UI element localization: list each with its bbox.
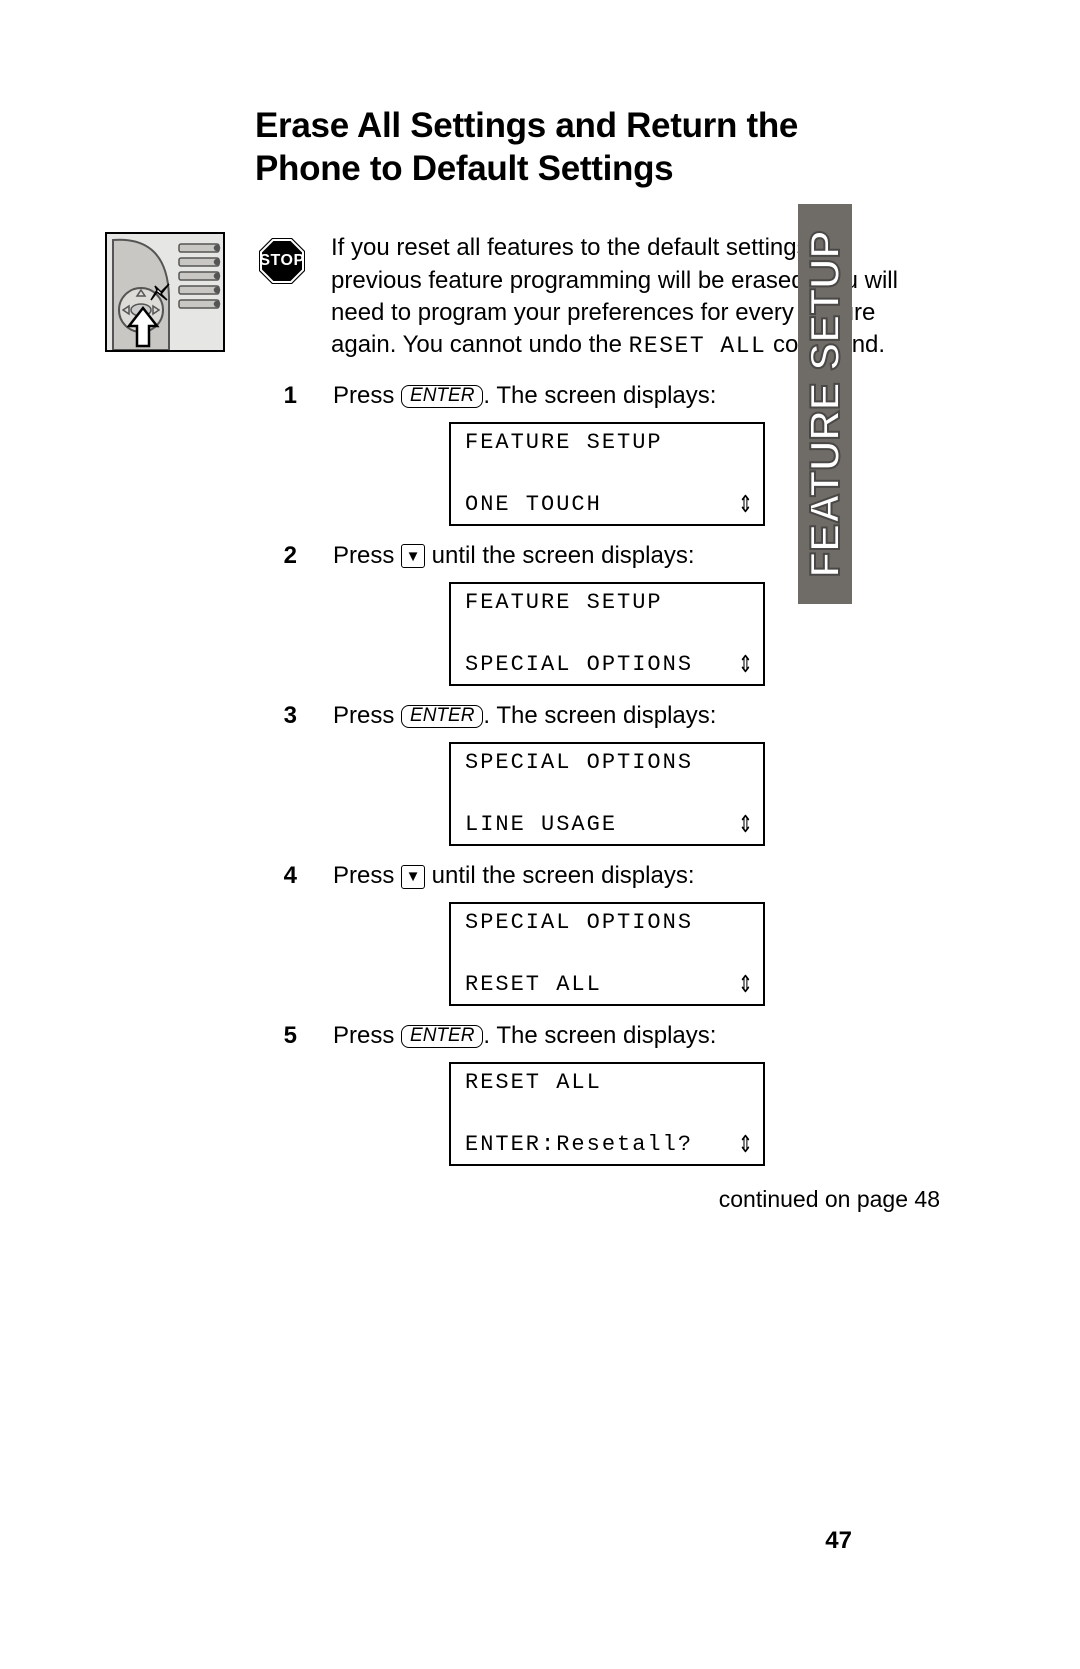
step-number: 5 — [271, 1022, 297, 1050]
step: 4 Press ▼ until the screen displays: — [257, 860, 940, 892]
stop-label: STOP — [257, 236, 307, 286]
updown-arrow-icon: ⇕ — [738, 973, 753, 996]
lcd-line1: RESET ALL — [465, 1072, 753, 1094]
down-key-icon: ▼ — [401, 544, 425, 568]
lcd-display: FEATURE SETUP ONE TOUCH ⇕ — [449, 422, 765, 526]
enter-key-icon: ENTER — [401, 1025, 483, 1048]
step: 5 Press ENTER. The screen displays: — [257, 1020, 940, 1052]
stop-icon: STOP — [257, 236, 307, 286]
updown-arrow-icon: ⇕ — [738, 1133, 753, 1156]
lcd-line1: FEATURE SETUP — [465, 592, 753, 614]
lcd-line1: SPECIAL OPTIONS — [465, 912, 753, 934]
step-number: 3 — [271, 702, 297, 730]
page-number: 47 — [825, 1527, 852, 1555]
page-title: Erase All Settings and Return the Phone … — [255, 105, 845, 190]
device-illustration — [105, 232, 225, 352]
step-number: 4 — [271, 862, 297, 890]
lcd-line2: ENTER:Resetall? — [465, 1134, 693, 1156]
section-tab: FEATURE SETUP — [798, 204, 852, 604]
updown-arrow-icon: ⇕ — [738, 812, 753, 835]
lcd-line1: SPECIAL OPTIONS — [465, 752, 753, 774]
step-instruction: Press ENTER. The screen displays: — [333, 700, 940, 732]
lcd-line2: ONE TOUCH — [465, 494, 602, 516]
lcd-line2: RESET ALL — [465, 974, 602, 996]
enter-key-icon: ENTER — [401, 385, 483, 408]
enter-key-icon: ENTER — [401, 705, 483, 728]
down-key-icon: ▼ — [401, 865, 425, 889]
lcd-display: SPECIAL OPTIONS RESET ALL ⇕ — [449, 902, 765, 1006]
step-instruction: Press ▼ until the screen displays: — [333, 860, 940, 892]
step: 3 Press ENTER. The screen displays: — [257, 700, 940, 732]
step-number: 1 — [271, 382, 297, 410]
lcd-line2: LINE USAGE — [465, 814, 617, 836]
updown-arrow-icon: ⇕ — [738, 492, 753, 515]
step-number: 2 — [271, 542, 297, 570]
lcd-display: FEATURE SETUP SPECIAL OPTIONS ⇕ — [449, 582, 765, 686]
step-instruction: Press ENTER. The screen displays: — [333, 1020, 940, 1052]
continued-note: continued on page 48 — [257, 1186, 940, 1213]
updown-arrow-icon: ⇕ — [738, 652, 753, 675]
lcd-display: RESET ALL ENTER:Resetall? ⇕ — [449, 1062, 765, 1166]
lcd-line1: FEATURE SETUP — [465, 432, 753, 454]
lcd-line2: SPECIAL OPTIONS — [465, 654, 693, 676]
lcd-display: SPECIAL OPTIONS LINE USAGE ⇕ — [449, 742, 765, 846]
